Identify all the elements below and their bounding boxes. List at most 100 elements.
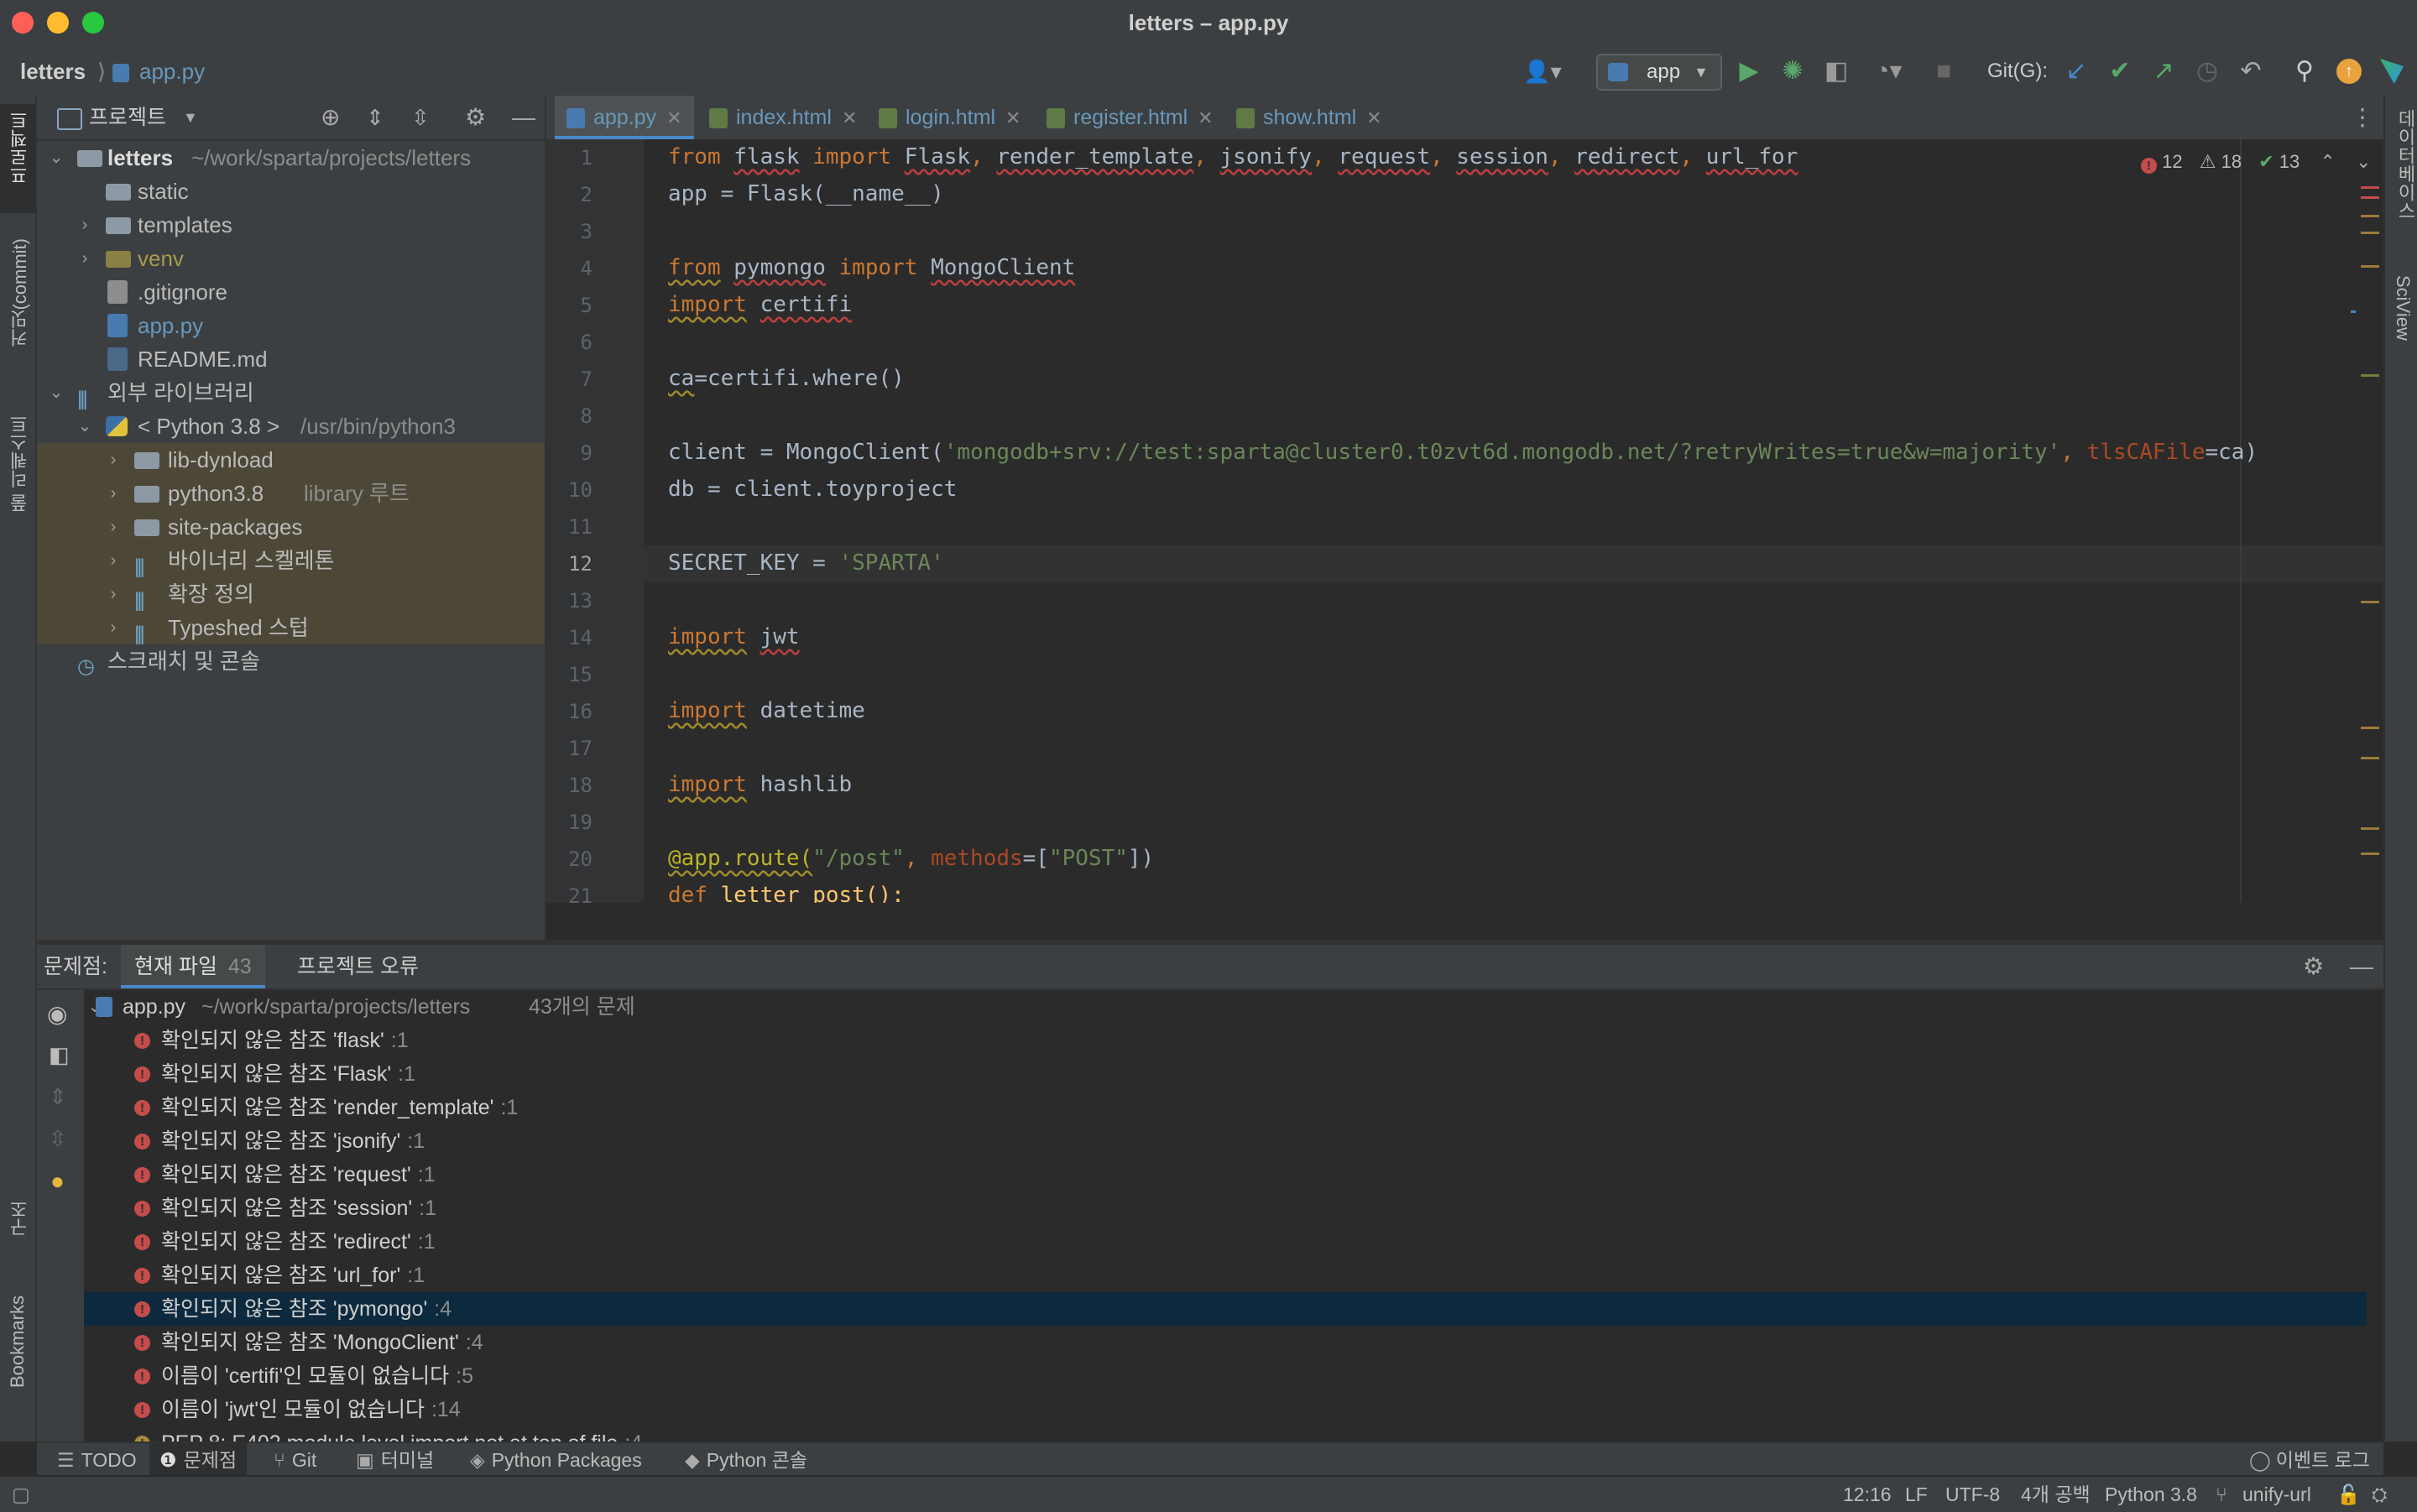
previous-problem-icon[interactable]: ⌃ xyxy=(2320,151,2335,172)
jetbrains-logo-icon[interactable] xyxy=(2380,59,2404,84)
tab-bookmarks[interactable]: Bookmarks xyxy=(7,1296,29,1388)
warning-stripe-marker[interactable] xyxy=(2361,827,2379,830)
tree-item-venv[interactable]: › venv xyxy=(37,242,545,275)
tab-app-py[interactable]: app.py ✕ xyxy=(555,96,694,139)
tab-pull-requests[interactable]: 풀 리퀘스트 xyxy=(7,414,34,512)
tree-item-extensions[interactable]: › ||| 확장 정의 xyxy=(37,577,545,612)
line-separator[interactable]: LF xyxy=(1905,1477,1928,1512)
rollback-icon[interactable]: ↶ xyxy=(2234,47,2268,96)
file-encoding[interactable]: UTF-8 xyxy=(1945,1477,2000,1512)
error-stripe-marker[interactable] xyxy=(2361,186,2379,189)
tree-item-templates[interactable]: › templates xyxy=(37,208,545,242)
breadcrumb-file[interactable]: app.py xyxy=(139,47,205,96)
problem-item[interactable]: ! 확인되지 않은 참조 'Flask':1 xyxy=(84,1057,2367,1091)
stop-icon[interactable]: ■ xyxy=(1927,47,1960,96)
close-icon[interactable]: ✕ xyxy=(1198,107,1213,128)
problem-item[interactable]: ! PEP 8: E402 module level import not at … xyxy=(84,1426,2367,1442)
search-icon[interactable]: ⚲ xyxy=(2288,47,2321,96)
indent-setting[interactable]: 4개 공백 xyxy=(2021,1477,2091,1512)
tree-item-lib-dynload[interactable]: › lib-dynload xyxy=(37,443,545,477)
tab-project[interactable]: 프로젝트 xyxy=(7,111,34,185)
change-stripe-marker[interactable] xyxy=(2351,310,2356,313)
run-config-select[interactable]: app ▼ xyxy=(1596,54,1722,91)
problem-item[interactable]: ! 이름이 'certifi'인 모듈이 없습니다:5 xyxy=(84,1359,2367,1393)
problem-item[interactable]: ! 확인되지 않은 참조 'session':1 xyxy=(84,1191,2367,1225)
problem-item[interactable]: ! 확인되지 않은 참조 'render_template':1 xyxy=(84,1091,2367,1124)
locate-icon[interactable]: ⊕ xyxy=(321,96,340,139)
warning-stripe-marker[interactable] xyxy=(2361,374,2379,377)
tool-python-packages[interactable]: ◈ Python Packages xyxy=(462,1443,650,1477)
close-icon[interactable]: ✕ xyxy=(1005,107,1021,128)
tab-current-file[interactable]: 현재 파일 43 xyxy=(121,945,265,988)
problem-item[interactable]: ! 확인되지 않은 참조 'MongoClient':4 xyxy=(84,1326,2367,1359)
toggle-tool-windows-icon[interactable]: ▢ xyxy=(12,1477,30,1512)
tree-item-site-packages[interactable]: › site-packages xyxy=(37,510,545,544)
tab-login-html[interactable]: login.html ✕ xyxy=(867,96,1032,139)
update-icon[interactable]: ↑ xyxy=(2336,59,2362,84)
tree-item-gitignore[interactable]: .gitignore xyxy=(37,275,545,309)
gear-icon[interactable]: ⚙ xyxy=(465,96,486,139)
problem-item[interactable]: ! 확인되지 않은 참조 'pymongo':4 xyxy=(84,1292,2367,1326)
account-icon[interactable]: 👤▾ xyxy=(1517,47,1568,96)
tree-item-external-libraries[interactable]: ⌄ ||| 외부 라이브러리 xyxy=(37,376,545,410)
tree-item-python38[interactable]: › python3.8 library 루트 xyxy=(37,477,545,510)
tree-item-sdk[interactable]: ⌄ < Python 3.8 > /usr/bin/python3 xyxy=(37,409,545,443)
caret-position[interactable]: 12:16 xyxy=(1843,1477,1892,1512)
tool-terminal[interactable]: ▣ 터미널 xyxy=(347,1443,442,1477)
problem-item[interactable]: ! 확인되지 않은 참조 'url_for':1 xyxy=(84,1259,2367,1292)
close-icon[interactable]: ✕ xyxy=(842,107,857,128)
warning-stripe-marker[interactable] xyxy=(2361,852,2379,855)
git-branch[interactable]: unify-url xyxy=(2242,1477,2311,1512)
inspection-widget[interactable]: ! 12 ⚠ 18 ✔ 13 ⌃ ⌄ xyxy=(2141,151,2371,174)
close-icon[interactable]: ✕ xyxy=(666,107,681,128)
tool-todo[interactable]: ☰ TODO xyxy=(49,1443,145,1477)
problem-item[interactable]: ! 이름이 'jwt'인 모듈이 없습니다:14 xyxy=(84,1393,2367,1426)
tab-project-errors[interactable]: 프로젝트 오류 xyxy=(297,945,419,988)
tree-item-scratches[interactable]: ◷ 스크래치 및 콘솔 xyxy=(37,644,545,678)
lightbulb-icon[interactable]: ● xyxy=(50,1168,65,1195)
problem-item[interactable]: ! 확인되지 않은 참조 'flask':1 xyxy=(84,1024,2367,1057)
warning-stripe-marker[interactable] xyxy=(2361,232,2379,234)
next-problem-icon[interactable]: ⌄ xyxy=(2356,151,2371,172)
debug-icon[interactable]: ✺ xyxy=(1776,47,1809,96)
breadcrumb-project[interactable]: letters xyxy=(20,47,86,96)
git-update-icon[interactable]: ↙ xyxy=(2059,47,2093,96)
gear-icon[interactable]: ⚙ xyxy=(2303,945,2324,988)
problems-list[interactable]: ⌄ app.py ~/work/sparta/projects/letters … xyxy=(84,990,2383,1442)
coverage-icon[interactable]: ◧ xyxy=(1819,47,1853,96)
event-log[interactable]: ◯ 이벤트 로그 xyxy=(2249,1443,2370,1477)
tab-sciview[interactable]: SciView xyxy=(2392,275,2414,341)
tree-root[interactable]: ⌄ letters ~/work/sparta/projects/letters xyxy=(37,141,545,175)
problem-item[interactable]: ! 확인되지 않은 참조 'jsonify':1 xyxy=(84,1124,2367,1158)
warning-stripe-marker[interactable] xyxy=(2361,757,2379,759)
tree-item-static[interactable]: static xyxy=(37,175,545,208)
tree-item-typeshed[interactable]: › ||| Typeshed 스텁 xyxy=(37,611,545,645)
project-view-label[interactable]: 프로젝트 xyxy=(89,96,166,139)
chevron-down-icon[interactable]: ▼ xyxy=(183,96,198,139)
lock-icon[interactable]: 🔓 xyxy=(2336,1477,2361,1512)
tab-structure[interactable]: 구조 xyxy=(7,1200,34,1237)
problems-file-row[interactable]: ⌄ app.py ~/work/sparta/projects/letters … xyxy=(84,990,2367,1024)
collapse-all-icon[interactable]: ⇳ xyxy=(411,96,430,139)
preview-icon[interactable]: ◧ xyxy=(49,1042,70,1068)
code-editor[interactable]: 1 2 3 4 5 6 7 8 9 10 11 12 13 14 15 16 17 18 19 20 21 from f… xyxy=(546,139,2383,903)
python-interpreter[interactable]: Python 3.8 xyxy=(2105,1477,2197,1512)
hide-icon[interactable]: — xyxy=(2350,945,2373,988)
tree-item-binary-skeletons[interactable]: › ||| 바이너리 스켈레톤 xyxy=(37,544,545,578)
collapse-all-icon[interactable]: ⇳ xyxy=(49,1126,67,1152)
warning-stripe-marker[interactable] xyxy=(2361,215,2379,217)
problem-item[interactable]: ! 확인되지 않은 참조 'redirect':1 xyxy=(84,1225,2367,1259)
tab-commit[interactable]: 커밋(commit) xyxy=(7,238,34,347)
tool-python-console[interactable]: ◆ Python 콘솔 xyxy=(676,1443,816,1477)
tree-item-app-py[interactable]: app.py xyxy=(37,309,545,342)
tool-problems[interactable]: ❶ 문제점 xyxy=(149,1443,248,1477)
more-tabs-icon[interactable]: ⋮ xyxy=(2351,96,2374,139)
inspection-profile-icon[interactable]: ⛭ xyxy=(2372,1477,2387,1512)
eye-icon[interactable]: ◉ xyxy=(47,1000,67,1028)
profile-icon[interactable]: ◔▾ xyxy=(1863,47,1913,96)
error-stripe-marker[interactable] xyxy=(2361,196,2379,199)
history-icon[interactable]: ◷ xyxy=(2190,47,2224,96)
git-commit-icon[interactable]: ✔ xyxy=(2103,47,2137,96)
tab-register-html[interactable]: register.html ✕ xyxy=(1035,96,1225,139)
warning-stripe-marker[interactable] xyxy=(2361,727,2379,729)
